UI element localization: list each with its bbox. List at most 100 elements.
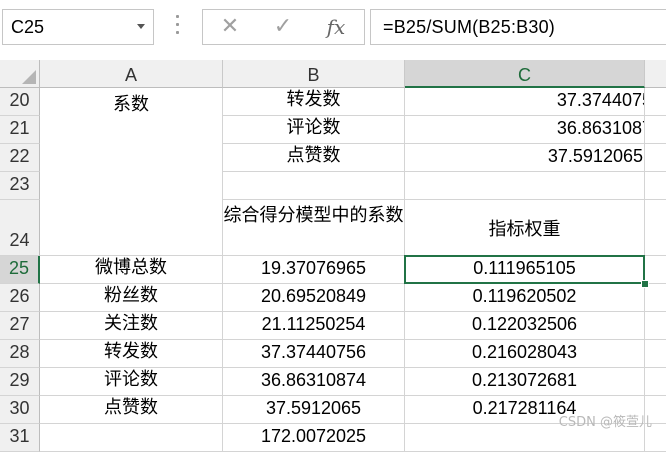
cell-a29[interactable]: 评论数 — [40, 368, 223, 396]
cell-c20[interactable]: 37.3744075 — [405, 88, 645, 116]
row-header-25[interactable]: 25 — [0, 256, 40, 284]
cell-text: 20.69520849 — [260, 286, 367, 306]
cell-c26[interactable]: 0.119620502 — [405, 284, 645, 312]
fill-handle[interactable] — [641, 280, 649, 288]
cell-c27[interactable]: 0.122032506 — [405, 312, 645, 340]
row-header-24[interactable]: 24 — [0, 200, 40, 256]
cell-text: 37.3744075 — [556, 90, 645, 110]
cell-d20[interactable] — [645, 88, 666, 116]
cell-a26[interactable]: 粉丝数 — [40, 284, 223, 312]
watermark: CSDN @筱萱儿 — [558, 415, 652, 430]
row-header-23[interactable]: 23 — [0, 172, 40, 200]
cell-b29[interactable]: 36.86310874 — [223, 368, 405, 396]
row-header-26[interactable]: 26 — [0, 284, 40, 312]
spreadsheet-grid: A B C 20 系数 转发数 37.3744075 21 评论数 36.8631087 22… — [0, 60, 666, 452]
cell-a27[interactable]: 关注数 — [40, 312, 223, 340]
cell-text: 37.5912065 — [547, 146, 643, 166]
cell-a21[interactable] — [40, 116, 223, 144]
formula-input[interactable]: =B25/SUM(B25:B30) — [370, 9, 666, 45]
cell-text: 评论数 — [104, 369, 158, 389]
cell-a31[interactable] — [40, 424, 223, 452]
row-number: 30 — [9, 398, 30, 418]
cell-c25[interactable]: 0.111965105 — [405, 256, 645, 284]
cell-text: 0.119620502 — [472, 286, 577, 306]
chevron-down-icon[interactable] — [137, 24, 145, 29]
cell-a24[interactable] — [40, 200, 223, 256]
cancel-button[interactable]: ✕ — [215, 14, 245, 40]
cell-c29[interactable]: 0.213072681 — [405, 368, 645, 396]
cell-c28[interactable]: 0.216028043 — [405, 340, 645, 368]
formula-text: =B25/SUM(B25:B30) — [383, 17, 555, 37]
cell-b23[interactable] — [223, 172, 405, 200]
row-number: 25 — [8, 258, 30, 278]
column-header-d[interactable] — [645, 60, 666, 88]
cell-text: 21.11250254 — [261, 314, 366, 334]
cell-text: 微博总数 — [95, 257, 167, 277]
cell-c23[interactable] — [405, 172, 645, 200]
cell-text: 0.216028043 — [471, 342, 578, 362]
cell-text: 综合得分模型中的系数 — [223, 205, 404, 226]
row-header-21[interactable]: 21 — [0, 116, 40, 144]
cell-c21[interactable]: 36.8631087 — [405, 116, 645, 144]
cell-text: 19.37076965 — [260, 258, 367, 278]
cell-b26[interactable]: 20.69520849 — [223, 284, 405, 312]
name-box[interactable]: C25 — [2, 9, 154, 45]
cell-c24[interactable]: 指标权重 — [405, 200, 645, 256]
cell-b24[interactable]: 综合得分模型中的系数 — [223, 200, 405, 256]
cell-a22[interactable] — [40, 144, 223, 172]
cell-c22[interactable]: 37.5912065 — [405, 144, 645, 172]
cell-text: 评论数 — [286, 117, 341, 138]
row-header-20[interactable]: 20 — [0, 88, 40, 116]
cell-b28[interactable]: 37.37440756 — [223, 340, 405, 368]
row-number: 27 — [9, 314, 30, 334]
row-number: 22 — [9, 146, 30, 166]
cell-b31[interactable]: 172.0072025 — [223, 424, 405, 452]
cell-d23[interactable] — [645, 172, 666, 200]
row-number: 24 — [9, 230, 30, 250]
cell-d27[interactable] — [645, 312, 666, 340]
drag-handle-icon[interactable] — [176, 15, 180, 37]
cell-b20[interactable]: 转发数 — [223, 88, 405, 116]
cell-text: 0.111965105 — [473, 258, 576, 278]
cell-d28[interactable] — [645, 340, 666, 368]
row-header-28[interactable]: 28 — [0, 340, 40, 368]
cell-d21[interactable] — [645, 116, 666, 144]
cell-b21[interactable]: 评论数 — [223, 116, 405, 144]
row-header-27[interactable]: 27 — [0, 312, 40, 340]
cell-d29[interactable] — [645, 368, 666, 396]
cell-a30[interactable]: 点赞数 — [40, 396, 223, 424]
row-header-31[interactable]: 31 — [0, 424, 40, 452]
cell-a23[interactable] — [40, 172, 223, 200]
formula-bar-area: C25 ✕ ✓ fx =B25/SUM(B25:B30) — [0, 0, 666, 60]
cell-b25[interactable]: 19.37076965 — [223, 256, 405, 284]
row-header-30[interactable]: 30 — [0, 396, 40, 424]
cell-a25[interactable]: 微博总数 — [40, 256, 223, 284]
cell-a20[interactable]: 系数 — [40, 88, 223, 116]
cell-text: 粉丝数 — [104, 285, 158, 305]
cell-text: 关注数 — [104, 313, 158, 333]
cell-b22[interactable]: 点赞数 — [223, 144, 405, 172]
row-header-29[interactable]: 29 — [0, 368, 40, 396]
formula-buttons: ✕ ✓ fx — [202, 9, 365, 45]
cell-text: 37.5912065 — [265, 398, 362, 418]
cell-d22[interactable] — [645, 144, 666, 172]
cell-text: 36.86310874 — [260, 370, 367, 390]
cell-d26[interactable] — [645, 284, 666, 312]
cell-text: 点赞数 — [104, 397, 158, 417]
row-header-22[interactable]: 22 — [0, 144, 40, 172]
cell-text: 172.0072025 — [260, 426, 367, 446]
insert-function-button[interactable]: fx — [321, 14, 351, 40]
column-header-a[interactable]: A — [40, 60, 223, 88]
cell-b30[interactable]: 37.5912065 — [223, 396, 405, 424]
select-all-button[interactable] — [0, 60, 40, 88]
cell-text: 37.37440756 — [260, 342, 367, 362]
column-header-b[interactable]: B — [223, 60, 405, 88]
row-number: 26 — [9, 286, 30, 306]
cell-a28[interactable]: 转发数 — [40, 340, 223, 368]
enter-button[interactable]: ✓ — [268, 14, 298, 40]
cell-d24[interactable] — [645, 200, 666, 256]
column-header-c[interactable]: C — [405, 60, 645, 88]
cell-text: 点赞数 — [286, 145, 341, 166]
cell-b27[interactable]: 21.11250254 — [223, 312, 405, 340]
row-number: 28 — [9, 342, 30, 362]
